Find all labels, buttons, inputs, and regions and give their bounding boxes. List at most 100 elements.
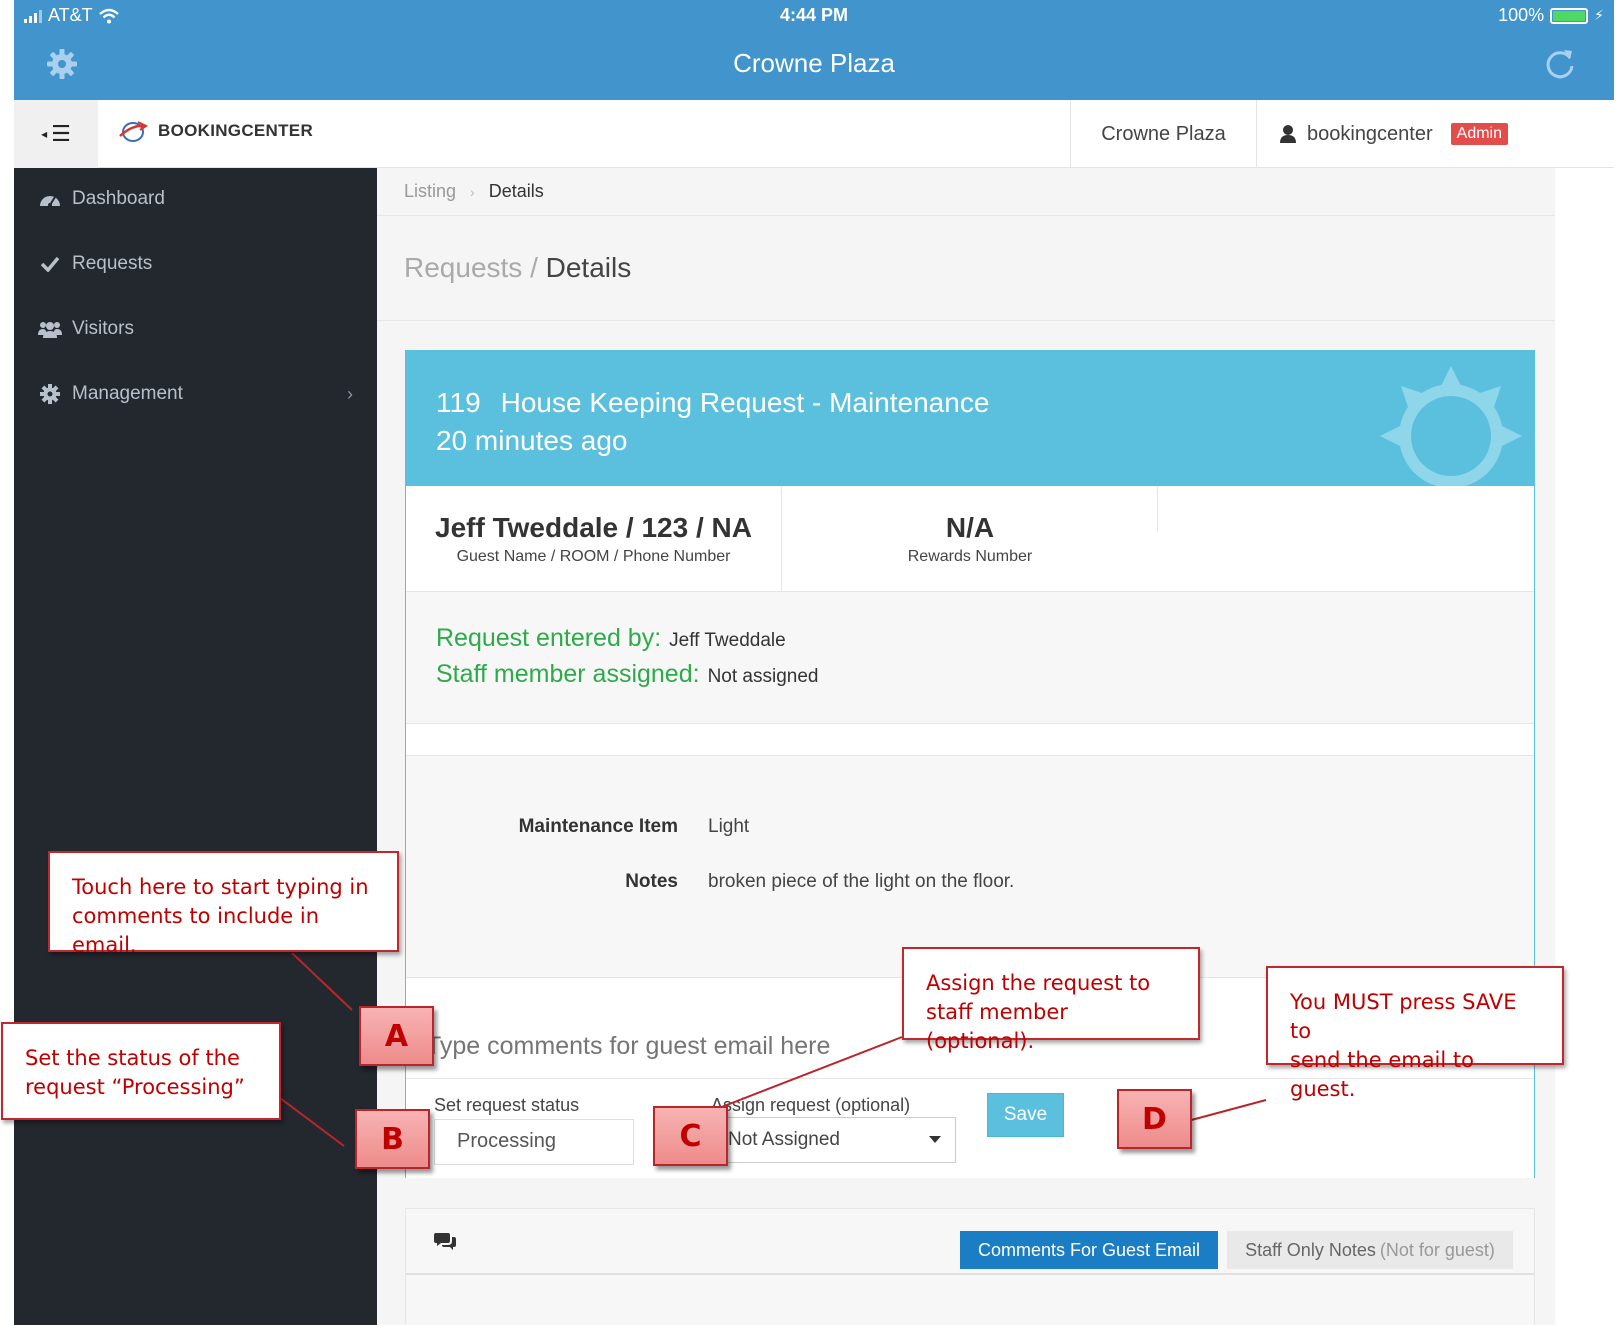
chevron-left-icon: ◂	[41, 127, 48, 141]
sidebar-item-management[interactable]: Management ›	[14, 369, 377, 419]
callout-c: Assign the request to staff member (opti…	[902, 947, 1200, 1053]
callout-text: Set the status of the	[25, 1046, 240, 1070]
hotel-selector[interactable]: Crowne Plaza	[1070, 100, 1256, 168]
entered-by-line: Request entered by: Jeff Tweddale	[436, 624, 786, 653]
chevron-right-icon: ›	[347, 383, 353, 404]
rewards-value: N/A	[945, 512, 995, 543]
callout-text: staff member (optional).	[926, 1000, 1068, 1053]
sidebar-item-label: Dashboard	[72, 188, 165, 209]
page-title-section: Requests	[404, 252, 523, 283]
sidebar-item-dashboard[interactable]: Dashboard	[14, 174, 377, 224]
request-meta: Request entered by: Jeff Tweddale Staff …	[406, 592, 1534, 724]
tab-staff-notes-note: (Not for guest)	[1379, 1239, 1495, 1260]
sidebar-item-requests[interactable]: Requests	[14, 239, 377, 289]
rewards-info-cell: N/A Rewards Number	[782, 486, 1158, 592]
web-header: ◂ ☰ BOOKINGCENTER Crowne Plaza bookingce…	[14, 100, 1614, 168]
assigned-value: Not assigned	[707, 666, 819, 687]
request-id: 119	[436, 387, 481, 418]
main-content: Listing › Details Requests / Details 119…	[377, 168, 1555, 1325]
check-icon	[38, 252, 62, 276]
menu-icon: ☰	[51, 121, 71, 146]
detail-value: Light	[708, 816, 750, 837]
menu-toggle-button[interactable]: ◂ ☰	[14, 100, 98, 168]
status-select[interactable]: Processing	[434, 1119, 634, 1165]
detail-value: broken piece of the light on the floor.	[708, 871, 1015, 892]
detail-row: Notes broken piece of the light on the f…	[406, 871, 1534, 893]
detail-key: Notes	[625, 871, 678, 892]
sidebar-item-visitors[interactable]: Visitors	[14, 304, 377, 354]
divider	[377, 320, 1555, 321]
comments-card: Comments For Guest Email Staff Only Note…	[405, 1208, 1535, 1325]
assign-select-value: Not Assigned	[728, 1129, 840, 1150]
user-menu[interactable]: bookingcenter Admin	[1256, 100, 1614, 168]
brand-name: BOOKINGCENTER	[158, 121, 314, 140]
brand-logo[interactable]: BOOKINGCENTER	[118, 118, 313, 144]
request-age: 20 minutes ago	[436, 425, 628, 456]
breadcrumb-separator-icon: ›	[470, 183, 475, 200]
breadcrumb: Listing › Details	[377, 168, 1555, 216]
request-details: Maintenance Item Light Notes broken piec…	[406, 756, 1534, 978]
save-button[interactable]: Save	[987, 1093, 1064, 1137]
assigned-label: Staff member assigned:	[436, 660, 700, 688]
battery-icon	[1550, 7, 1589, 24]
callout-a: Touch here to start typing in comments t…	[48, 851, 399, 957]
callout-text: send the email to guest.	[1290, 1048, 1474, 1101]
sidebar-item-label: Management	[72, 383, 183, 404]
logo-icon	[119, 121, 148, 142]
gear-icon	[38, 382, 62, 406]
caret-down-icon	[929, 1136, 941, 1143]
sidebar-item-label: Visitors	[72, 318, 134, 339]
user-icon	[1280, 125, 1296, 143]
request-heading: 119 House Keeping Request - Maintenance	[436, 387, 989, 419]
rewards-label: Rewards Number	[907, 548, 1033, 565]
assign-select[interactable]: Not Assigned	[711, 1117, 956, 1163]
sidebar-item-label: Requests	[72, 253, 153, 274]
breadcrumb-current: Details	[488, 181, 544, 201]
detail-row: Maintenance Item Light	[406, 816, 1534, 838]
charging-icon: ⚡	[1594, 7, 1604, 23]
app-title: Crowne Plaza	[733, 48, 895, 78]
status-label: Set request status	[434, 1095, 580, 1115]
app-bar: AT&T 4:44 PM 100% ⚡ Crowne Plaza	[14, 0, 1614, 100]
callout-text: Assign the request to	[926, 971, 1151, 995]
entered-by-value: Jeff Tweddale	[669, 630, 786, 651]
battery-percent: 100%	[1498, 5, 1545, 25]
username: bookingcenter	[1307, 122, 1433, 145]
guest-value: Jeff Tweddale / 123 / NA	[435, 512, 752, 543]
battery-indicator: 100% ⚡	[1498, 5, 1604, 26]
breadcrumb-listing-link[interactable]: Listing	[404, 181, 456, 202]
marker-b: B	[355, 1109, 430, 1169]
callout-text: Touch here to start typing in	[72, 875, 369, 899]
marker-a: A	[359, 1006, 434, 1066]
status-bar: AT&T 4:44 PM 100% ⚡	[14, 0, 1614, 32]
sidebar: Dashboard Requests Visitors Management ›	[14, 168, 377, 1325]
page-margin	[1555, 168, 1621, 1325]
divider	[406, 1273, 1534, 1275]
tab-staff-notes-label: Staff Only Notes	[1245, 1239, 1376, 1260]
assigned-line: Staff member assigned: Not assigned	[436, 660, 818, 689]
users-icon	[38, 317, 62, 341]
assign-label: Assign request (optional)	[711, 1095, 911, 1115]
tab-staff-notes[interactable]: Staff Only Notes (Not for guest)	[1227, 1231, 1513, 1269]
role-badge: Admin	[1450, 123, 1509, 145]
tab-guest-comments[interactable]: Comments For Guest Email	[960, 1231, 1218, 1269]
callout-text: request “Processing”	[25, 1075, 245, 1099]
guest-info-row: Jeff Tweddale / 123 / NA Guest Name / RO…	[406, 486, 1534, 592]
marker-d: D	[1117, 1089, 1192, 1149]
comments-icon	[434, 1233, 456, 1250]
marker-c: C	[653, 1106, 728, 1166]
callout-b: Set the status of the request “Processin…	[1, 1022, 281, 1120]
page-title-current: Details	[545, 252, 632, 283]
callout-text: comments to include in email.	[72, 904, 320, 957]
page-title-separator: /	[530, 252, 538, 283]
status-time: 4:44 PM	[779, 5, 849, 25]
dashboard-icon	[38, 187, 62, 211]
guest-info-cell: Jeff Tweddale / 123 / NA Guest Name / RO…	[406, 486, 782, 592]
refresh-icon[interactable]	[1542, 46, 1578, 82]
entered-by-label: Request entered by:	[436, 624, 662, 652]
callout-text: You MUST press SAVE to	[1290, 990, 1517, 1043]
sun-icon	[1380, 366, 1522, 486]
request-card-header: 119 House Keeping Request - Maintenance …	[406, 351, 1534, 486]
request-title: House Keeping Request - Maintenance	[500, 387, 990, 418]
spacer	[406, 724, 1534, 756]
